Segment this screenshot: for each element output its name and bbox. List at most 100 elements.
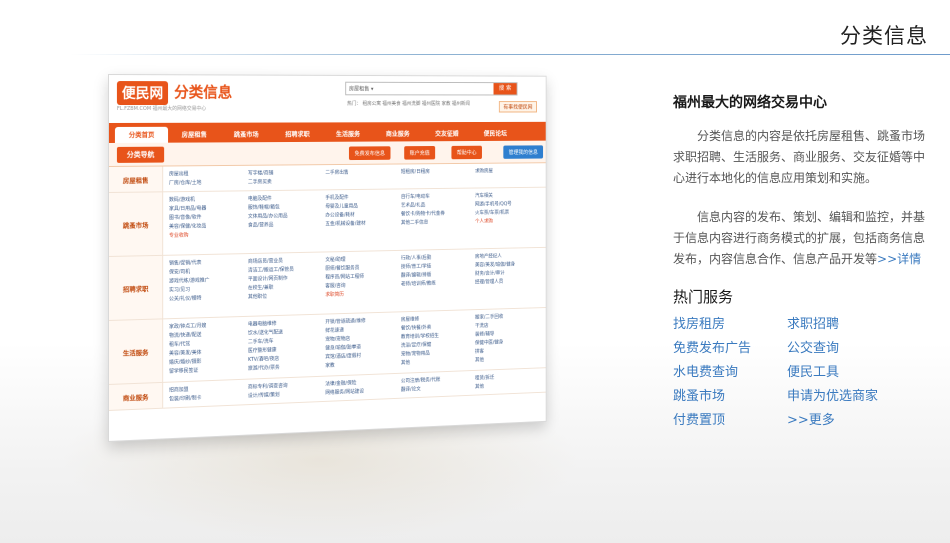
site-category-columns: 数码/游戏机 家具/日用品/电器 图书/音像/软件 美容/保健/化妆品 专业收购 电脑及配… <box>163 188 546 255</box>
site-category-columns: 销售/促销/代表 保安/司机 游戏代练/游戏推广 实习/见习 公关/礼仪/模特 商场店员/… <box>163 248 546 319</box>
info-paragraph-1: 分类信息的内容是依托房屋租售、跳蚤市场求职招聘、生活服务、商业服务、交友征婚等中… <box>673 129 926 185</box>
site-category-link: 鲜花速递 <box>325 327 344 334</box>
site-category-link: 二手房出售 <box>325 169 349 176</box>
site-category-link: 技师/普工/学徒 <box>400 263 432 271</box>
site-category-link: 老师/培训师/教练 <box>400 280 436 288</box>
site-category-link: 平面设计/网页制作 <box>247 275 288 283</box>
service-link[interactable]: 水电费查询 <box>673 365 787 381</box>
site-category-link: 销售/促销/代表 <box>169 259 202 267</box>
site-category-link: 自行车/电动车 <box>400 193 430 200</box>
site-category-link: 餐饮卡/购物卡/代金券 <box>400 210 445 218</box>
site-nav-item: 生活服务 <box>335 130 361 138</box>
site-category-link: 其他 <box>474 383 484 390</box>
site-category-link: 办公设备/耗材 <box>325 212 355 219</box>
title-divider <box>70 54 950 55</box>
site-category-link: 其他 <box>400 359 411 367</box>
site-category-column: 商场店员/营业员 清洁工/搬运工/保管员 平面设计/网页制作 在校生/兼职 其他职位 <box>244 256 321 312</box>
site-category-label: 生活服务 <box>108 319 164 384</box>
info-heading: 福州最大的网络交易中心 <box>673 95 827 111</box>
site-category-link: 家教 <box>325 362 335 369</box>
service-link[interactable]: 付费置顶 <box>673 413 787 429</box>
site-nav-item: 房屋租售 <box>181 130 207 139</box>
site-category-link: KTV/酒吧/夜店 <box>247 355 280 363</box>
site-search-select: 房屋租售 ▾ <box>348 86 374 93</box>
site-category-columns: 房屋出租 厂房/仓库/土地 写字楼/商铺 二手房买卖 二手房出售 短租房/日租房 求购房屋 <box>163 163 546 191</box>
site-category-link: 汽车相关 <box>474 193 493 199</box>
site-nav-item: 招聘求职 <box>285 130 310 139</box>
site-category-link: 开锁/管道疏通/维修 <box>325 318 366 326</box>
site-category-link: 厨师/餐饮服务员 <box>325 265 360 272</box>
site-category-link: 设计/传媒/策划 <box>247 392 280 400</box>
service-link[interactable]: 免费发布广告 <box>673 341 787 357</box>
site-nav-item: 交友征婚 <box>435 129 459 138</box>
site-category-link: 拼客 <box>474 348 484 355</box>
site-category-link: 公关/礼仪/模特 <box>169 295 202 303</box>
site-category-link: 厂房/仓库/土地 <box>169 180 202 187</box>
site-category-link: 租车/代驾 <box>169 341 191 348</box>
site-category-column: 开锁/管道疏通/维修 鲜花速递 宠物/宠物店 健身/瑜伽/跆拳道 宾馆/酒店/度假村 家教 <box>322 316 398 372</box>
site-category-link: 网络服务/网站建设 <box>325 388 365 397</box>
site-category-link: 房屋出租 <box>169 171 189 178</box>
site-category-link: 搬家/二手回收 <box>474 313 504 321</box>
site-category-column: 房屋出租厂房/仓库/土地 <box>165 170 244 188</box>
site-category-column: 租赁/拆迁 其他 <box>471 372 544 391</box>
site-category-link: 包装/印刷/制卡 <box>169 395 202 403</box>
site-category-column: 电器电脑维修 饮水/送化气配送 二手车/洗车 医疗整形健康 KTV/酒吧/夜店 旅游/代办… <box>244 319 321 375</box>
site-category-link: 教育培训/学校招生 <box>400 333 439 341</box>
site-category-link: 行政/人事/后勤 <box>400 255 432 262</box>
site-category-column: 手机及配件 母婴及儿童用品 办公设备/耗材 五金/机械设备/建材 <box>322 193 398 247</box>
site-category-link: 旅游/代办/票务 <box>247 364 280 372</box>
site-category-link: 保健中医/健身 <box>474 339 504 347</box>
site-category-link: 客服/咨询 <box>325 282 346 290</box>
info-panel: 福州最大的网络交易中心 分类信息的内容是依托房屋租售、跳蚤市场求职招聘、生活服务… <box>673 92 933 288</box>
site-category-link: 健身/瑜伽/跆拳道 <box>325 344 361 352</box>
site-category-link: 干洗店 <box>474 322 489 330</box>
site-category-link: 服饰/鞋帽/箱包 <box>247 204 280 211</box>
site-category-link: 医疗整形健康 <box>247 347 277 355</box>
service-link[interactable]: 跳蚤市场 <box>673 389 787 405</box>
site-category-label: 招聘求职 <box>108 255 164 320</box>
site-sub-tab: 分类导航 <box>116 146 165 163</box>
site-category-column: 商标专利/调查咨询 设计/传媒/策划 <box>244 381 321 401</box>
site-title: 分类信息 <box>174 83 233 102</box>
site-category-column: 搬家/二手回收 干洗店 装修/辅导 保健中医/健身 拼客 其他 <box>471 312 544 366</box>
site-category-link: 图书/音像/软件 <box>169 214 202 222</box>
site-category-column: 法律/金融/保险 网络服务/网站建设 <box>322 378 398 397</box>
site-category-link: 其他二手信息 <box>400 219 429 226</box>
service-link[interactable]: 找房租房 <box>673 317 787 333</box>
site-nav: 分类首页 房屋租售 跳蚤市场 招聘求职 生活服务 商业服务 交友征婚 便民论坛 <box>108 121 546 143</box>
site-nav-item: 跳蚤市场 <box>233 130 259 139</box>
site-category-column: 行政/人事/后勤 技师/普工/学徒 翻译/编辑/排版 老师/培训师/教练 <box>397 253 471 307</box>
site-category-link: 个人求购 <box>474 218 493 225</box>
services-grid: 找房租房 求职招聘 免费发布广告 公交查询 水电费查询 便民工具 跳蚤市场 申请为优选商家 付费… <box>673 317 943 429</box>
site-category-link: 家政/钟点工/月嫂 <box>169 323 207 331</box>
site-sub-button: 免费发布信息 <box>348 146 391 161</box>
site-category-link: 翻译/论文 <box>400 386 421 393</box>
service-link[interactable]: 公交查询 <box>787 341 937 357</box>
site-category-column: 写字楼/商铺 二手房买卖 <box>244 169 321 186</box>
site-category-column: 公司注册/税务/代账 翻译/论文 <box>397 375 471 394</box>
site-category-rows: 房屋租售 房屋出租 厂房/仓库/土地 写字楼/商铺 二手房买卖 二手房出售 短租房/日租房求… <box>108 163 546 411</box>
site-subtitle: FL.FZBM.COM 福州最大的网络交易中心 <box>116 105 207 112</box>
service-link[interactable]: 求职招聘 <box>787 317 937 333</box>
site-category-link: 翻译/编辑/排版 <box>400 272 432 279</box>
service-link[interactable]: 便民工具 <box>787 365 937 381</box>
site-hot-links: 热门： 租房公寓 福州美食 福州洗脚 福州医院 家教 福州新闻 <box>347 101 470 107</box>
site-subnav: 分类导航 免费发布信息 账户充值 帮助中心 管理我的信息 <box>108 140 546 167</box>
site-category-link: 食品/营养品 <box>247 222 274 229</box>
site-category-link: 经理/管理人员 <box>474 278 504 286</box>
service-link[interactable]: 申请为优选商家 <box>787 389 937 405</box>
site-category-link: 写字楼/商铺 <box>247 170 274 177</box>
site-category-link: 美容/保健/化妆品 <box>169 223 207 230</box>
site-category-column: 文秘/助理 厨师/餐饮服务员 程序员/网站工程师 客服/咨询 求职简历 <box>322 255 398 310</box>
site-category-link: 二手房买卖 <box>247 179 272 186</box>
site-category-link: 房屋维修 <box>400 316 420 323</box>
site-search-box: 房屋租售 ▾ 搜 索 <box>345 81 518 96</box>
site-screenshot[interactable]: 便民网 分类信息 FL.FZBM.COM 福州最大的网络交易中心 房屋租售 ▾ … <box>108 74 547 442</box>
service-link[interactable]: >>更多 <box>787 413 937 429</box>
site-category-link: 数码/游戏机 <box>169 196 195 204</box>
site-category-link: 美容/美发/美体 <box>169 349 202 357</box>
site-category-link: 宠物/宠物用品 <box>400 350 430 358</box>
site-logo: 便民网 <box>116 81 169 105</box>
details-link[interactable]: >>详情 <box>877 252 921 266</box>
